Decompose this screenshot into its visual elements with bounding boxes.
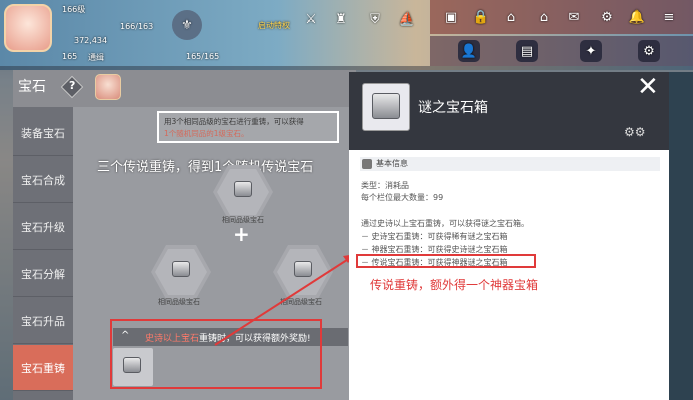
section-basic-info: 基本信息: [360, 157, 660, 171]
gem-slot-left-label: 相同品级宝石: [158, 298, 200, 306]
chest-glyph: [372, 93, 400, 119]
event-label[interactable]: 启动特权: [258, 20, 290, 31]
close-icon[interactable]: ✕: [637, 74, 659, 100]
hint-line-2: 1个随机同品的1级宝石。: [164, 129, 249, 138]
hud-top-bar: 166级 166/163 372,434 165 通缉 165/165 ⚜ 启动…: [0, 0, 693, 66]
sidebar-item-gem-recast[interactable]: 宝石重铸: [13, 345, 73, 391]
player-level: 166级: [62, 5, 86, 14]
item-name: 谜之宝石箱: [418, 100, 488, 116]
sidebar-item-gem-upgrade[interactable]: 宝石升级: [13, 204, 73, 250]
gem-box-icon: [172, 261, 190, 277]
sidebar-item-gem-promote[interactable]: 宝石升品: [13, 298, 73, 344]
emblem-icon[interactable]: ⚜: [172, 10, 202, 40]
gem-slot-right-label: 相同品级宝石: [280, 298, 322, 306]
battle-icon[interactable]: ⚔: [300, 8, 322, 30]
epic-recast-line: － 史诗宝石重铸：可获得稀有谜之宝石箱: [361, 232, 508, 241]
skills-icon[interactable]: ✦: [580, 40, 602, 62]
panel-title: 宝石: [18, 79, 46, 95]
shop-icon[interactable]: ⌂: [533, 6, 555, 28]
pet-avatar[interactable]: [95, 74, 121, 100]
item-stack: 每个栏位最大数量：99: [361, 193, 444, 202]
lock-icon[interactable]: 🔒: [470, 6, 492, 28]
right-edge-scenery: [669, 72, 693, 400]
bag-icon[interactable]: ▣: [440, 6, 462, 28]
player-avatar[interactable]: [4, 4, 52, 52]
recast-hint-box: 用3个相同品级的宝石进行重铸，可以获得 1个随机同品的1级宝石。: [157, 111, 339, 143]
coords-readout: 165/165: [186, 52, 220, 61]
share-icon[interactable]: ⚙⚙: [624, 125, 646, 139]
home-icon[interactable]: ⌂: [500, 6, 522, 28]
gem-box-icon: [234, 181, 252, 197]
gear-icon[interactable]: ⚙: [596, 6, 618, 28]
guild-icon[interactable]: ♜: [330, 8, 352, 30]
annotation-box-legend: [356, 254, 536, 268]
annotation-box-reward: [110, 319, 322, 389]
shield-icon[interactable]: ⛨: [364, 8, 386, 30]
map-name: 通缉: [88, 53, 104, 62]
sidebar-item-gem-combine[interactable]: 宝石合成: [13, 157, 73, 203]
annotation-caption-left: 三个传说重铸，得到1个随机传说宝石: [97, 160, 314, 175]
bell-icon[interactable]: 🔔: [626, 6, 648, 28]
ship-icon[interactable]: ⛵: [396, 8, 418, 30]
menu-icon[interactable]: ≡: [658, 6, 680, 28]
hp-readout: 166/163: [120, 22, 154, 31]
sidebar-item-equip-gem[interactable]: 装备宝石: [13, 110, 73, 156]
inventory-icon[interactable]: ▤: [516, 40, 538, 62]
settings-icon[interactable]: ⚙: [638, 40, 660, 62]
exp-value: 165: [62, 52, 78, 61]
item-description: 通过史诗以上宝石重铸，可以获得谜之宝石箱。: [361, 219, 529, 228]
hint-line-1: 用3个相同品级的宝石进行重铸，可以获得: [164, 117, 304, 126]
character-icon[interactable]: 👤: [458, 40, 480, 62]
gem-box-icon: [294, 261, 312, 277]
mail-icon[interactable]: ✉: [563, 6, 585, 28]
sidebar-item-gem-decompose[interactable]: 宝石分解: [13, 251, 73, 297]
annotation-caption-right: 传说重铸，额外得一个神器宝箱: [370, 278, 539, 292]
item-type: 类型：消耗品: [361, 181, 409, 190]
info-icon: [362, 159, 372, 169]
help-icon-symbol: ?: [69, 79, 76, 92]
power-value: 372,434: [74, 36, 108, 45]
plus-icon: +: [233, 222, 250, 246]
